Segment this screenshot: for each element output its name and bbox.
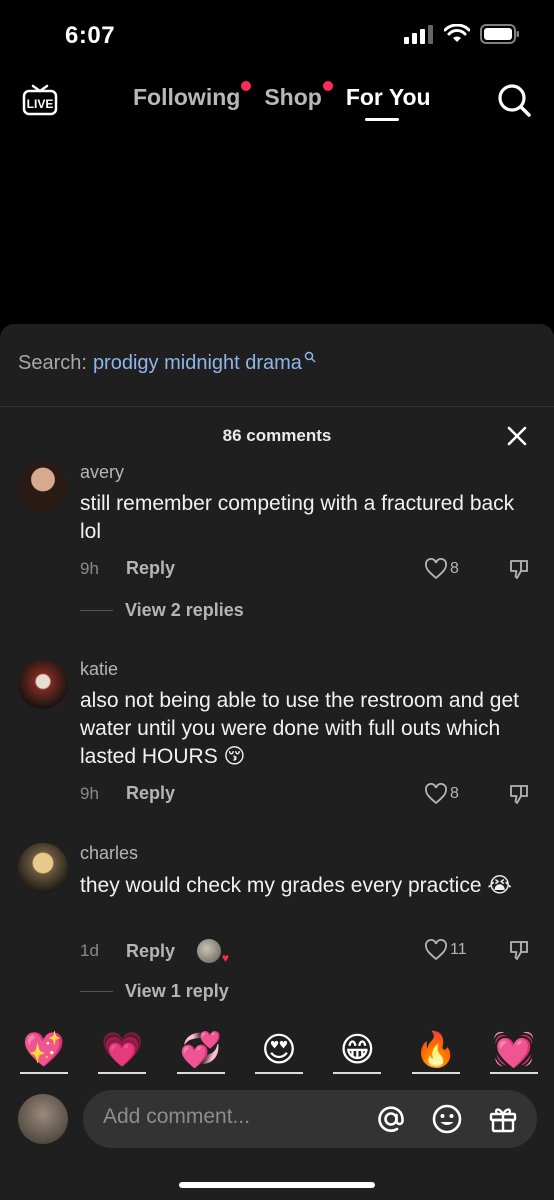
divider-line (80, 610, 113, 611)
comment-time: 1d (80, 941, 99, 960)
comment-input[interactable] (103, 1105, 353, 1129)
battery-icon (480, 24, 519, 44)
view-replies-button[interactable]: View 1 reply (80, 981, 229, 1002)
like-button[interactable]: 8 (424, 783, 459, 805)
search-icon (304, 351, 316, 363)
tab-following[interactable]: Following (133, 81, 252, 111)
emoji-sparkling-heart[interactable]: 💖 (20, 1030, 68, 1074)
home-indicator (179, 1182, 375, 1188)
comment-meta: 1d Reply ♥ (80, 939, 229, 965)
notification-dot (241, 81, 252, 91)
emoji-beating-heart[interactable]: 💓 (489, 1030, 538, 1074)
quick-emoji-row: 💖 💗 💞 😍 😁 🔥 💓 (0, 1030, 554, 1074)
wifi-icon (444, 24, 470, 42)
dislike-icon[interactable] (508, 783, 530, 805)
like-button[interactable]: 11 (424, 939, 467, 961)
notification-dot (322, 81, 333, 91)
comment-time: 9h (80, 783, 99, 803)
status-bar: 6:07 (0, 0, 554, 70)
emoji-fire[interactable]: 🔥 (411, 1030, 460, 1074)
creator-liked-avatar: ♥ (197, 939, 229, 965)
search-icon[interactable] (494, 80, 534, 120)
tab-following-label: Following (133, 84, 241, 110)
signal-icon (404, 25, 433, 44)
dislike-icon[interactable] (508, 558, 530, 580)
comment-text: they would check my grades every practic… (80, 874, 512, 897)
related-search[interactable]: Search: prodigy midnight drama (18, 351, 316, 375)
heart-icon: ♥ (221, 951, 230, 965)
avatar[interactable] (18, 843, 68, 893)
tab-for-you-label: For You (345, 84, 431, 110)
emoji-growing-heart[interactable]: 💗 (98, 1030, 147, 1074)
like-button[interactable]: 8 (424, 558, 459, 580)
like-count: 8 (450, 785, 459, 802)
reply-button[interactable]: Reply (126, 558, 175, 579)
search-query-link[interactable]: prodigy midnight drama (93, 352, 302, 375)
heart-icon (425, 783, 447, 805)
active-tab-indicator (365, 118, 399, 121)
tab-shop-label: Shop (264, 84, 322, 110)
comment-meta: 9h Reply (80, 558, 175, 579)
avatar[interactable] (18, 462, 68, 512)
view-replies-label: View 1 reply (125, 981, 229, 1001)
avatar[interactable] (18, 659, 68, 709)
tab-shop[interactable]: Shop (264, 81, 333, 111)
close-icon[interactable] (505, 424, 529, 448)
heart-icon (425, 939, 447, 961)
view-replies-button[interactable]: View 2 replies (80, 600, 244, 621)
dislike-icon[interactable] (508, 939, 530, 961)
comment-username[interactable]: charles (80, 843, 138, 864)
comment-input-container[interactable] (83, 1090, 537, 1148)
tab-for-you[interactable]: For You (346, 84, 431, 111)
live-icon[interactable]: LIVE (20, 80, 60, 120)
divider (0, 406, 554, 407)
comment-username[interactable]: katie (80, 659, 118, 680)
top-nav: LIVE Following Shop For You (0, 72, 554, 132)
emoji-revolving-hearts[interactable]: 💞 (176, 1030, 225, 1074)
at-icon[interactable] (375, 1103, 407, 1135)
status-icons (404, 24, 520, 44)
reply-button[interactable]: Reply (126, 941, 175, 962)
comment-time: 9h (80, 558, 99, 578)
comment-input-bar (0, 1090, 554, 1150)
comment-text: still remember competing with a fracture… (80, 492, 515, 543)
gift-icon[interactable] (487, 1103, 519, 1135)
comment-text: also not being able to use the restroom … (80, 689, 519, 768)
emoji-heart-eyes[interactable]: 😍 (254, 1030, 303, 1074)
comment-username[interactable]: avery (80, 462, 124, 483)
nav-tabs: Following Shop For You (133, 81, 455, 111)
view-replies-label: View 2 replies (125, 600, 244, 620)
avatar (18, 1094, 68, 1144)
emoji-icon[interactable] (431, 1103, 463, 1135)
emoji-grin[interactable]: 😁 (333, 1030, 382, 1074)
like-count: 8 (450, 560, 459, 577)
comment-meta: 9h Reply (80, 783, 175, 804)
divider-line (80, 991, 113, 992)
like-count: 11 (450, 941, 467, 958)
search-label: Search: (18, 352, 87, 374)
heart-icon (425, 558, 447, 580)
reply-button[interactable]: Reply (126, 783, 175, 804)
comments-count: 86 comments (222, 426, 332, 445)
status-time: 6:07 (65, 22, 116, 49)
svg-text:LIVE: LIVE (27, 97, 54, 111)
